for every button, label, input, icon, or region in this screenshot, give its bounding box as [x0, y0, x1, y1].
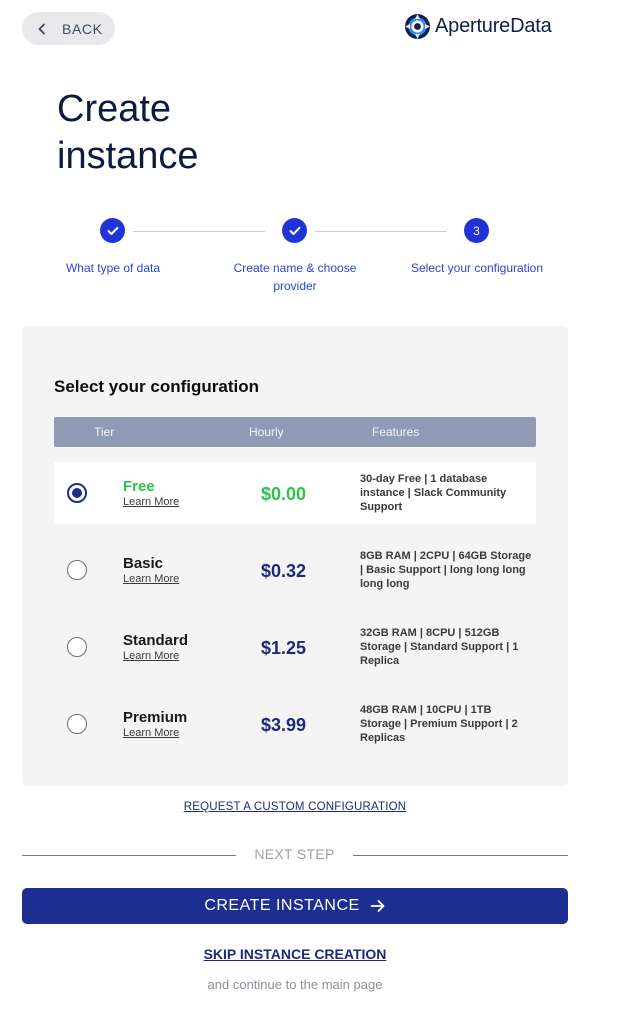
learn-more-link[interactable]: Learn More: [123, 727, 179, 739]
next-step-label: NEXT STEP: [254, 846, 335, 862]
column-header-hourly: Hourly: [249, 425, 284, 439]
continue-text: and continue to the main page: [207, 977, 383, 992]
tier-price: $3.99: [261, 715, 307, 735]
skip-instance-creation-link[interactable]: SKIP INSTANCE CREATION: [0, 946, 590, 962]
step-connector: [133, 231, 265, 232]
step-2-label: Create name & choose provider: [233, 261, 357, 293]
divider-right: [353, 855, 568, 856]
radio-basic[interactable]: [67, 560, 87, 580]
aperture-logo-icon: [404, 13, 431, 40]
learn-more-link[interactable]: Learn More: [123, 650, 179, 662]
tier-price: $0.32: [261, 561, 307, 581]
tier-name: Standard: [123, 632, 189, 649]
divider-left: [22, 855, 236, 856]
create-instance-button[interactable]: CREATE INSTANCE: [22, 888, 568, 924]
tier-name: Premium: [123, 709, 188, 726]
tier-features: 48GB RAM | 10CPU | 1TB Storage | Premium…: [360, 704, 518, 744]
chevron-left-icon: [22, 23, 62, 35]
tier-name: Basic: [123, 555, 164, 572]
request-custom-configuration-link[interactable]: REQUEST A CUSTOM CONFIGURATION: [0, 801, 590, 813]
page-title: Create instance: [57, 88, 199, 177]
step-1-label: What type of data: [65, 261, 161, 275]
tier-price: $1.25: [261, 638, 307, 658]
radio-standard[interactable]: [67, 637, 87, 657]
tier-row-free[interactable]: Free Learn More $0.00 30-day Free | 1 da…: [54, 462, 536, 524]
tier-features: 30-day Free | 1 database instance | Slac…: [360, 473, 507, 513]
tier-row-standard[interactable]: Standard Learn More $1.25 32GB RAM | 8CP…: [54, 616, 536, 678]
section-title: Select your configuration: [54, 377, 259, 396]
logo-text: ApertureData: [435, 15, 552, 37]
tier-features: 8GB RAM | 2CPU | 64GB Storage | Basic Su…: [360, 550, 532, 590]
learn-more-link[interactable]: Learn More: [123, 496, 179, 508]
step-3-label: Select your configuration: [410, 261, 544, 275]
logo: ApertureData: [404, 13, 552, 40]
radio-premium[interactable]: [67, 714, 87, 734]
step-connector: [315, 231, 447, 232]
learn-more-link[interactable]: Learn More: [123, 573, 179, 585]
radio-free[interactable]: [67, 483, 87, 503]
step-3-marker: 3: [464, 218, 489, 243]
arrow-right-icon: [370, 899, 386, 913]
back-button[interactable]: BACK: [22, 12, 115, 45]
tier-name: Free: [123, 478, 155, 495]
tier-price: $0.00: [261, 484, 307, 504]
step-1-check-icon: [100, 218, 125, 243]
tier-row-basic[interactable]: Basic Learn More $0.32 8GB RAM | 2CPU | …: [54, 539, 536, 601]
column-header-features: Features: [372, 425, 420, 439]
column-header-tier: Tier: [94, 425, 115, 439]
create-instance-label: CREATE INSTANCE: [204, 897, 360, 914]
tier-features: 32GB RAM | 8CPU | 512GB Storage | Standa…: [360, 627, 519, 667]
tier-row-premium[interactable]: Premium Learn More $3.99 48GB RAM | 10CP…: [54, 693, 536, 755]
step-2-check-icon: [282, 218, 307, 243]
back-label: BACK: [62, 20, 103, 37]
table-header: Tier Hourly Features: [54, 417, 536, 447]
